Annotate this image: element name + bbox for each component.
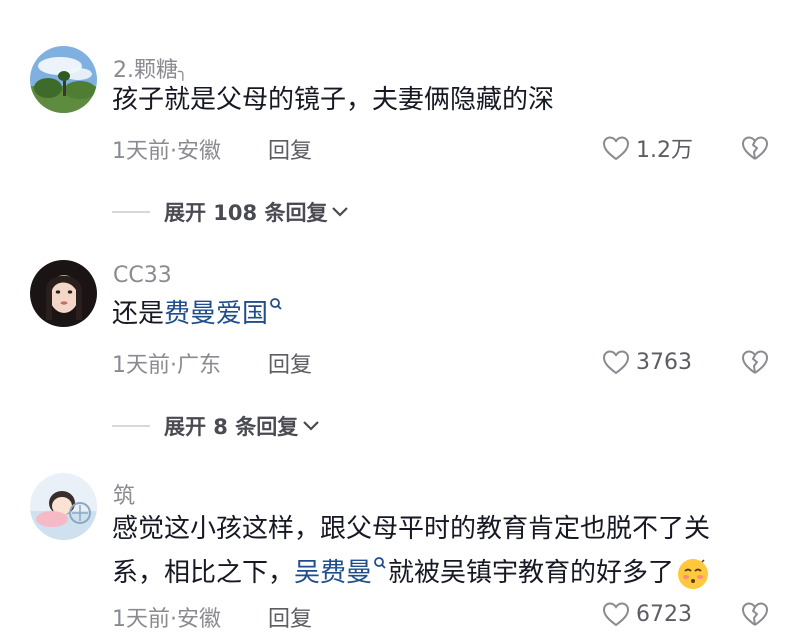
hashtag-link[interactable]: 费曼爱国 xyxy=(164,298,284,329)
search-icon xyxy=(374,557,386,569)
comment-text-suffix: 就被吴镇宇教育的好多了 xyxy=(388,558,675,588)
time-location: 1天前·安徽 xyxy=(112,607,221,632)
comment-text-line: 感觉这小孩这样，跟父母平时的教育肯定也脱不了关 xyxy=(112,514,711,544)
chevron-down-icon xyxy=(303,421,320,431)
like-count: 6723 xyxy=(636,601,692,627)
comment-text-line: 系，相比之下，吴费曼 就被吴镇宇教育的好多了 xyxy=(112,551,772,595)
expand-replies-label: 展开 8 条回复 xyxy=(164,415,299,439)
comment-text-prefix: 还是 xyxy=(112,299,165,329)
reply-button[interactable]: 回复 xyxy=(268,133,312,165)
broken-heart-icon[interactable] xyxy=(741,348,769,376)
heart-icon xyxy=(602,602,630,627)
reply-button[interactable]: 回复 xyxy=(268,347,312,379)
like-count: 3763 xyxy=(636,349,692,375)
expand-replies-label: 展开 108 条回复 xyxy=(164,201,328,225)
like-count: 1.2万 xyxy=(636,138,693,163)
blushing-face-emoji-icon xyxy=(678,558,709,589)
broken-heart-icon[interactable] xyxy=(741,600,769,628)
time-location: 1天前·广东 xyxy=(112,353,221,378)
heart-icon xyxy=(602,136,630,161)
username[interactable]: CC33 xyxy=(113,263,172,288)
avatar[interactable] xyxy=(30,260,97,327)
broken-heart-icon[interactable] xyxy=(741,134,769,162)
reply-button[interactable]: 回复 xyxy=(268,601,312,633)
chevron-down-icon xyxy=(332,207,349,217)
search-icon xyxy=(270,298,282,310)
divider-line xyxy=(112,211,150,213)
avatar[interactable] xyxy=(30,46,97,113)
like-button[interactable]: 6723 xyxy=(602,599,692,629)
comment-text: 感觉这小孩这样，跟父母平时的教育肯定也脱不了关 系，相比之下，吴费曼 就被吴镇宇教… xyxy=(112,507,772,595)
hashtag-link[interactable]: 吴费曼 xyxy=(294,557,388,588)
expand-replies-button[interactable]: 展开 108 条回复 xyxy=(112,197,349,227)
comment-text-prefix: 系，相比之下， xyxy=(112,558,295,588)
divider-line xyxy=(112,425,150,427)
like-button[interactable]: 1.2万 xyxy=(602,133,693,163)
avatar[interactable] xyxy=(30,473,97,540)
heart-icon xyxy=(602,350,630,375)
time-location: 1天前·安徽 xyxy=(112,139,221,164)
expand-replies-button[interactable]: 展开 8 条回复 xyxy=(112,411,320,441)
like-button[interactable]: 3763 xyxy=(602,347,692,377)
username[interactable]: 筑 xyxy=(113,478,135,510)
comment-text: 还是费曼爱国 xyxy=(112,292,772,336)
comment-text: 孩子就是父母的镜子，夫妻俩隐藏的深 xyxy=(112,85,555,115)
